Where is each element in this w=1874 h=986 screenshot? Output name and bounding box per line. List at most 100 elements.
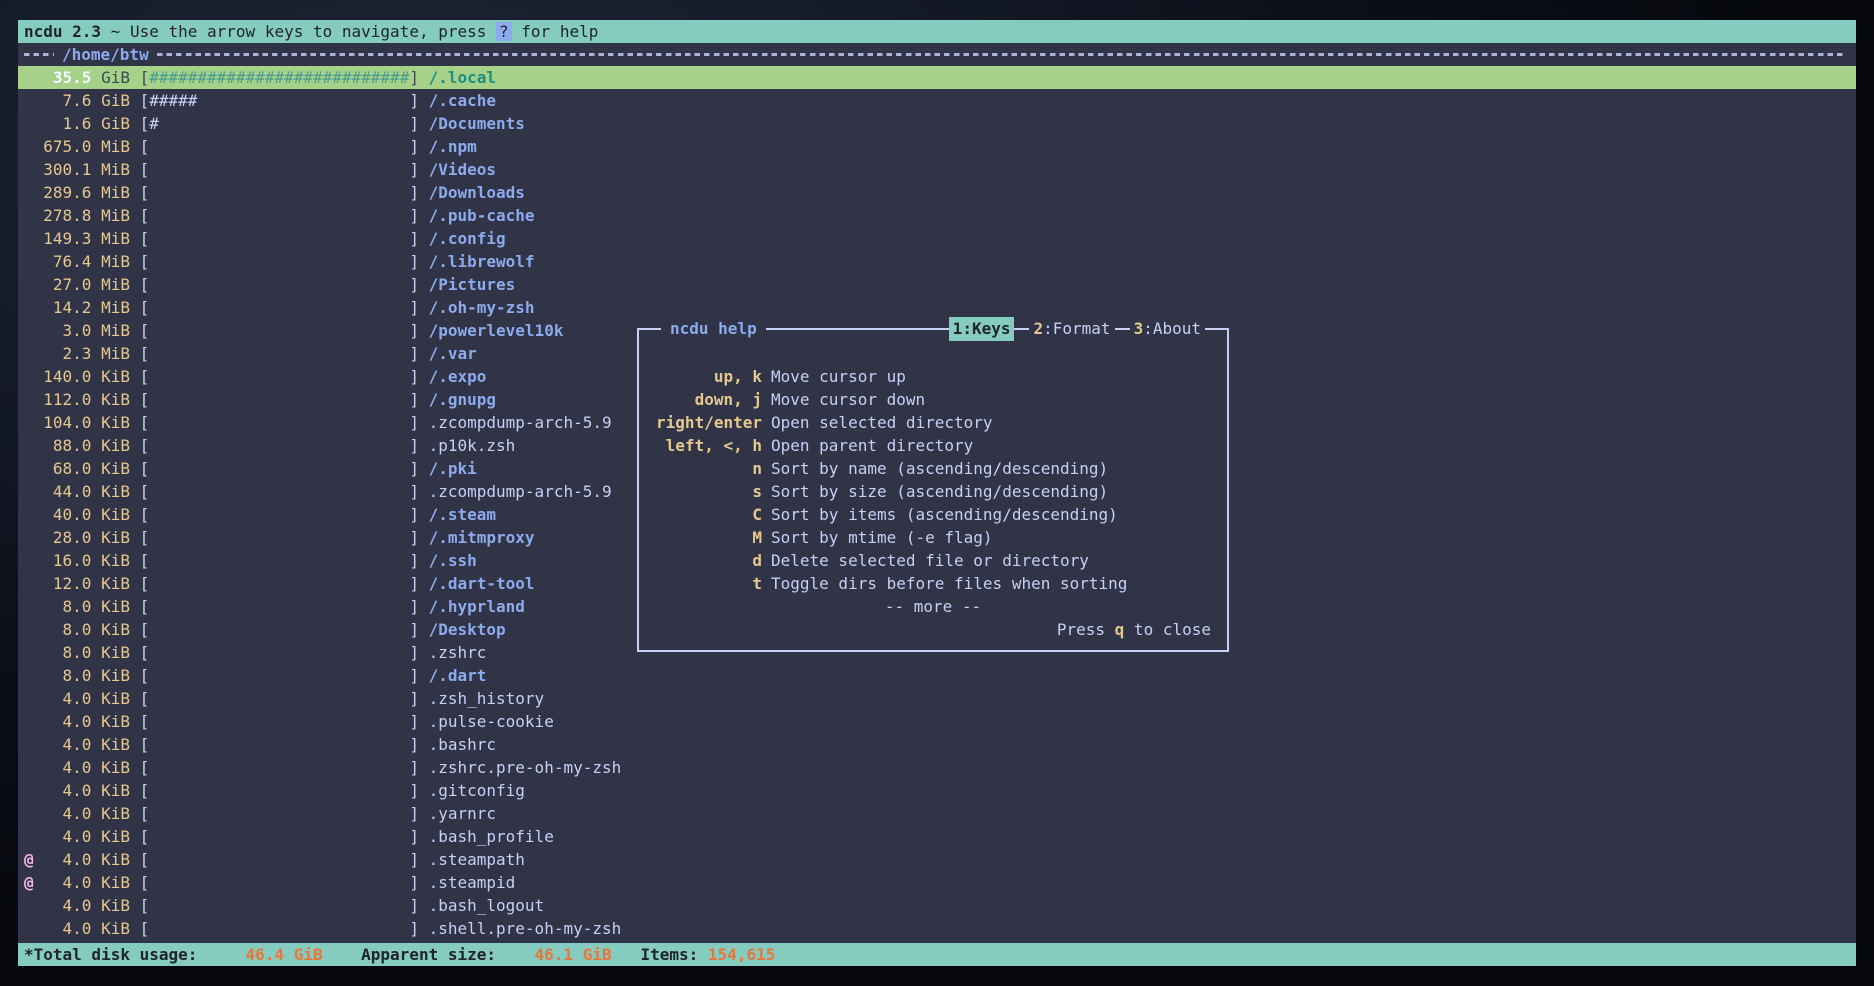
file-row[interactable]: 149.3 MiB [ ] /.config (18, 227, 1856, 250)
file-name: /powerlevel10k (429, 321, 564, 340)
bar-bracket: ] (409, 160, 428, 179)
help-tabs: 1:Keys 2:Format 3:About (949, 317, 1205, 341)
bar-bracket: ] (409, 482, 428, 501)
bar-bracket: [ (130, 229, 149, 248)
usage-bar: ##### (149, 91, 409, 110)
bar-bracket: ] (409, 137, 428, 156)
shortcut-key: C (639, 503, 762, 526)
file-size: 300.1 (43, 160, 91, 179)
help-shortcut-row: left, <, hOpen parent directory (639, 434, 1227, 457)
shortcut-description: Sort by size (ascending/descending) (762, 480, 1108, 503)
file-row[interactable]: 4.0 KiB [ ] .bash_logout (18, 894, 1856, 917)
file-size-unit: KiB (91, 781, 130, 800)
bar-bracket: ] (409, 735, 428, 754)
file-size: 8.0 (43, 643, 91, 662)
file-size-unit: KiB (91, 712, 130, 731)
file-name: /.gnupg (429, 390, 496, 409)
usage-bar (149, 390, 409, 409)
file-row[interactable]: 27.0 MiB [ ] /Pictures (18, 273, 1856, 296)
file-size-unit: KiB (91, 827, 130, 846)
bar-bracket: ] (409, 666, 428, 685)
shortcut-description: Sort by mtime (-e flag) (762, 526, 993, 549)
file-size-unit: MiB (91, 137, 130, 156)
file-row[interactable]: @ 4.0 KiB [ ] .steampid (18, 871, 1856, 894)
file-row[interactable]: 4.0 KiB [ ] .pulse-cookie (18, 710, 1856, 733)
file-row[interactable]: 76.4 MiB [ ] /.librewolf (18, 250, 1856, 273)
shortcut-key: s (639, 480, 762, 503)
help-tab-keys[interactable]: 1:Keys (949, 317, 1015, 341)
file-row[interactable]: 1.6 GiB [# ] /Documents (18, 112, 1856, 135)
bar-bracket: [ (130, 413, 149, 432)
bar-bracket: [ (130, 919, 149, 938)
usage-bar (149, 160, 409, 179)
file-name: /.pub-cache (429, 206, 535, 225)
file-size-unit: KiB (91, 597, 130, 616)
symlink-flag (24, 206, 43, 225)
usage-bar (149, 827, 409, 846)
usage-bar (149, 597, 409, 616)
file-row[interactable]: 675.0 MiB [ ] /.npm (18, 135, 1856, 158)
file-size: 289.6 (43, 183, 91, 202)
tab-label: :About (1143, 319, 1201, 338)
bar-bracket: [ (130, 344, 149, 363)
file-name: .pulse-cookie (429, 712, 554, 731)
usage-bar (149, 804, 409, 823)
file-row[interactable]: 14.2 MiB [ ] /.oh-my-zsh (18, 296, 1856, 319)
shortcut-description: Delete selected file or directory (762, 549, 1089, 572)
bar-bracket: [ (130, 390, 149, 409)
file-name: /.config (429, 229, 506, 248)
help-shortcut-row: MSort by mtime (-e flag) (639, 526, 1227, 549)
file-row[interactable]: 4.0 KiB [ ] .zsh_history (18, 687, 1856, 710)
file-row[interactable]: 4.0 KiB [ ] .shell.pre-oh-my-zsh (18, 917, 1856, 940)
help-tab-format[interactable]: 2:Format (1029, 317, 1114, 341)
bar-bracket: ] (409, 321, 428, 340)
file-row[interactable]: 4.0 KiB [ ] .bashrc (18, 733, 1856, 756)
file-size: 675.0 (43, 137, 91, 156)
file-row[interactable]: 4.0 KiB [ ] .zshrc.pre-oh-my-zsh (18, 756, 1856, 779)
file-size: 4.0 (43, 781, 91, 800)
bar-bracket: ] (409, 551, 428, 570)
file-row[interactable]: 7.6 GiB [##### ] /.cache (18, 89, 1856, 112)
bar-bracket: ] (409, 390, 428, 409)
top-status-bar: ncdu 2.3 ~ Use the arrow keys to navigat… (18, 20, 1856, 43)
bar-bracket: ] (409, 873, 428, 892)
file-row[interactable]: 35.5 GiB [###########################] /… (18, 66, 1856, 89)
file-name: .gitconfig (429, 781, 525, 800)
file-row[interactable]: @ 4.0 KiB [ ] .steampath (18, 848, 1856, 871)
file-name: .bashrc (429, 735, 496, 754)
file-size-unit: KiB (91, 689, 130, 708)
bar-bracket: ] (409, 597, 428, 616)
usage-bar (149, 919, 409, 938)
file-size-unit: KiB (91, 919, 130, 938)
file-size-unit: KiB (91, 459, 130, 478)
file-size-unit: KiB (91, 482, 130, 501)
file-row[interactable]: 8.0 KiB [ ] /.dart (18, 664, 1856, 687)
file-row[interactable]: 4.0 KiB [ ] .bash_profile (18, 825, 1856, 848)
bar-bracket: [ (130, 758, 149, 777)
file-size: 4.0 (43, 919, 91, 938)
help-key-hint: ? (496, 22, 512, 41)
file-size: 68.0 (43, 459, 91, 478)
file-row[interactable]: 289.6 MiB [ ] /Downloads (18, 181, 1856, 204)
file-name: /.dart-tool (429, 574, 535, 593)
file-size-unit: MiB (91, 252, 130, 271)
bar-bracket: ] (409, 620, 428, 639)
file-row[interactable]: 300.1 MiB [ ] /Videos (18, 158, 1856, 181)
file-size: 12.0 (43, 574, 91, 593)
items-value: 154,615 (708, 945, 775, 964)
bar-bracket: ] (409, 528, 428, 547)
file-row[interactable]: 4.0 KiB [ ] .gitconfig (18, 779, 1856, 802)
file-row[interactable]: 278.8 MiB [ ] /.pub-cache (18, 204, 1856, 227)
bar-bracket: ] (409, 436, 428, 455)
help-shortcut-row: up, kMove cursor up (639, 365, 1227, 388)
shortcut-description: Toggle dirs before files when sorting (762, 572, 1127, 595)
symlink-flag (24, 137, 43, 156)
file-size-unit: MiB (91, 206, 130, 225)
file-row[interactable]: 4.0 KiB [ ] .yarnrc (18, 802, 1856, 825)
usage-bar: # (149, 114, 409, 133)
help-tab-about[interactable]: 3:About (1130, 317, 1205, 341)
file-size: 7.6 (43, 91, 91, 110)
tab-number: 1 (953, 319, 963, 338)
usage-bar (149, 413, 409, 432)
bar-bracket: ] (409, 413, 428, 432)
